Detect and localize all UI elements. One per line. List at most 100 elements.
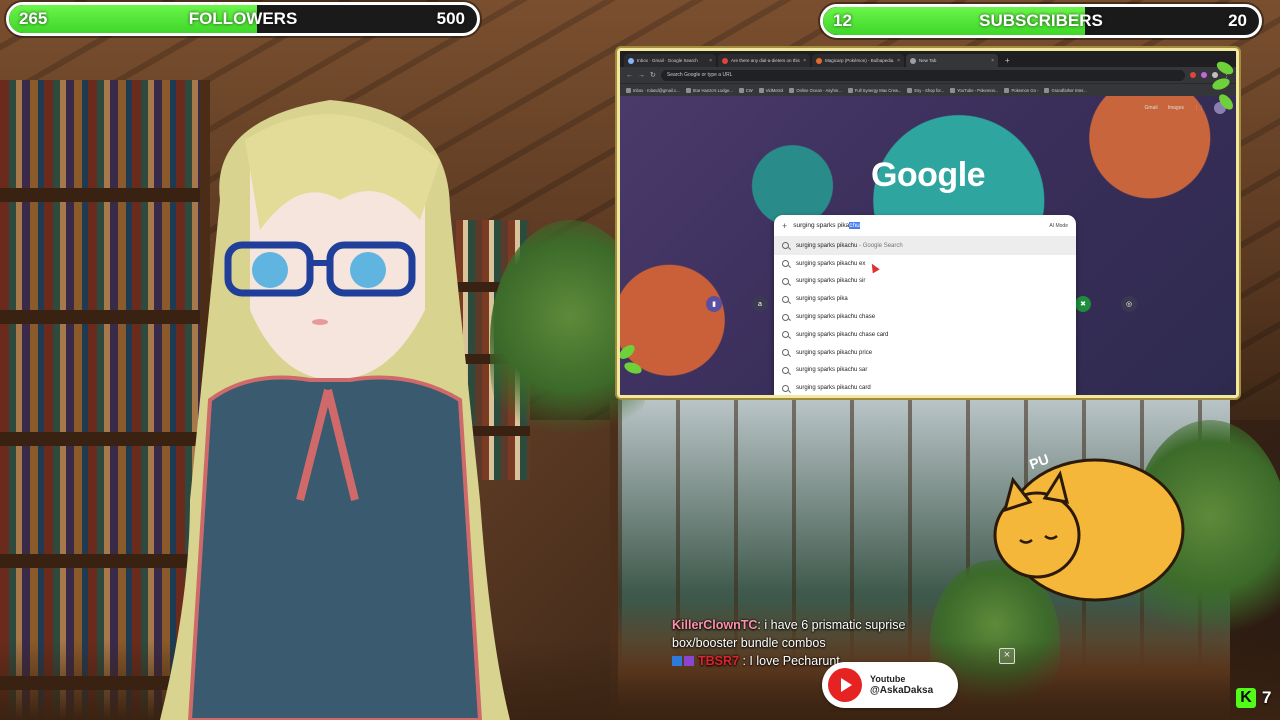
chat-text: : I love Pecharunt [742, 654, 840, 668]
shortcut-tile-icon[interactable]: a [752, 296, 768, 312]
search-icon [782, 295, 789, 303]
new-tab-plus-icon[interactable]: + [1000, 54, 1015, 67]
kick-logo-icon: K [1236, 688, 1256, 708]
youtube-handle: @AskaDaksa [870, 685, 934, 696]
forward-arrow-icon[interactable]: → [638, 72, 645, 79]
tab-favicon-icon [816, 57, 822, 64]
tab-title: New Tab [919, 58, 937, 63]
suggestion-item[interactable]: surging sparks pikachu price [774, 344, 1076, 362]
search-icon [782, 242, 789, 250]
tab-title: Magicarp (Pokémon) - Bulbapedia... [825, 58, 895, 63]
browser-tab[interactable]: Are there any dial-a-dieters on this... × [718, 54, 810, 67]
tab-close-icon[interactable]: × [897, 58, 900, 64]
browser-window-capture: Inbox · Gmail · Google Search × Are there… [617, 48, 1239, 398]
avatar-eye-left [252, 252, 288, 288]
suggestion-text: surging sparks pika [796, 296, 848, 303]
chat-username: TBSR7 [698, 654, 739, 668]
extension-icon[interactable] [1190, 72, 1196, 78]
bookmarks-bar: Inbox · roland@gmail.c... Star Hanzo's L… [620, 83, 1236, 96]
tab-title: Are there any dial-a-dieters on this... [731, 58, 801, 63]
shortcut-tiles-right: ✖ ◎ [1075, 296, 1137, 312]
suggestion-item[interactable]: surging sparks pika [774, 290, 1076, 308]
shortcut-tile-icon[interactable]: ◎ [1121, 296, 1137, 312]
bookmark-item[interactable]: Full Synergy Max Crew... [848, 88, 902, 93]
images-link[interactable]: Images [1168, 105, 1184, 111]
subscribers-title: SUBSCRIBERS [979, 11, 1103, 30]
bookmark-item[interactable]: YouTube - Pokemon... [950, 88, 998, 93]
search-icon [782, 384, 789, 392]
bookmark-item[interactable]: Star Hanzo's Lodge... [686, 88, 733, 93]
browser-tab-active[interactable]: New Tab × [906, 54, 998, 67]
profile-icon[interactable] [1212, 72, 1218, 78]
chat-message: KillerClownTC: i have 6 prismatic supris… [672, 616, 972, 652]
search-input[interactable]: + surging sparks pikachu AI Mode [774, 215, 1076, 237]
search-suggestions-dropdown: + surging sparks pikachu AI Mode surging… [774, 215, 1076, 395]
shortcut-tile-icon[interactable]: ▮ [706, 296, 722, 312]
close-icon[interactable]: × [999, 648, 1015, 664]
google-logo: Google [870, 156, 986, 194]
reload-icon[interactable]: ↻ [650, 71, 656, 79]
bookmark-item[interactable]: Esy - Shop for... [907, 88, 944, 93]
search-icon [782, 277, 789, 285]
suggestion-item[interactable]: surging sparks pikachu chase card [774, 326, 1076, 344]
followers-target: 500 [436, 9, 465, 28]
search-icon [782, 366, 789, 374]
subscribers-target: 20 [1228, 11, 1247, 30]
tab-close-icon[interactable]: × [803, 58, 806, 64]
viewer-count: 7 [1262, 688, 1272, 707]
apps-grid-icon[interactable]: ⋮⋮ [1194, 105, 1204, 111]
search-query-typed: surging sparks pika [793, 222, 850, 229]
chat-badge-icon [684, 656, 694, 666]
bookmark-item[interactable]: Grandfather Inter... [1044, 88, 1086, 93]
shortcut-tiles-left: ▮ a [706, 296, 768, 312]
suggestion-text: surging sparks pikachu ex [796, 260, 866, 267]
tab-close-icon[interactable]: × [991, 58, 994, 64]
bookmark-item[interactable]: VidMetrol [759, 88, 784, 93]
kick-viewer-count: K 7 [1236, 688, 1271, 708]
add-plus-icon[interactable]: + [782, 221, 787, 231]
tab-close-icon[interactable]: × [709, 58, 712, 64]
extension-icon[interactable] [1201, 72, 1207, 78]
vtuber-avatar [160, 100, 510, 720]
followers-title: FOLLOWERS [188, 9, 298, 28]
ai-mode-button[interactable]: AI Mode [1049, 223, 1068, 229]
tab-favicon-icon [722, 57, 728, 64]
suggestion-text: surging sparks pikachu chase card [796, 331, 889, 338]
shortcut-tile-icon[interactable]: ✖ [1075, 296, 1091, 312]
chat-badge-icon [672, 656, 682, 666]
followers-goal-bar: 265 FOLLOWERS 500 [6, 2, 480, 36]
search-icon [782, 349, 789, 357]
suggestion-item[interactable]: surging sparks pikachu ex [774, 255, 1076, 273]
suggestion-item[interactable]: surging sparks pikachu sar [774, 362, 1076, 380]
suggestion-item[interactable]: surging sparks pikachu sir [774, 273, 1076, 291]
browser-tab[interactable]: Magicarp (Pokémon) - Bulbapedia... × [812, 54, 904, 67]
chat-username: KillerClownTC [672, 618, 758, 632]
search-query-text: surging sparks pikachu [793, 222, 1043, 229]
bookmark-item[interactable]: CW [739, 88, 753, 93]
bookmark-item[interactable]: Online Ocean - Asyhm... [789, 88, 841, 93]
suggestion-text: surging sparks pikachu [796, 242, 858, 249]
search-icon [782, 331, 789, 339]
youtube-label: Youtube @AskaDaksa [870, 673, 933, 697]
bookmark-item[interactable]: Inbox · roland@gmail.c... [626, 88, 680, 93]
youtube-social-badge: Youtube @AskaDaksa [822, 662, 958, 708]
back-arrow-icon[interactable]: ← [626, 72, 633, 79]
search-query-selection: chu [849, 222, 860, 229]
gmail-link[interactable]: Gmail [1145, 105, 1158, 111]
suggestion-item[interactable]: surging sparks pikachu card [774, 379, 1076, 395]
search-icon [782, 313, 789, 321]
search-icon [782, 260, 789, 268]
address-bar[interactable]: Search Google or type a URL [660, 69, 1185, 81]
suggestion-item[interactable]: surging sparks pikachu - Google Search [774, 237, 1076, 255]
avatar-eye-right [350, 252, 386, 288]
browser-tab-strip: Inbox · Gmail · Google Search × Are there… [620, 51, 1236, 67]
suggestion-text: surging sparks pikachu sar [796, 367, 868, 374]
suggestion-text: surging sparks pikachu card [796, 385, 871, 392]
browser-tab[interactable]: Inbox · Gmail · Google Search × [624, 54, 716, 67]
suggestion-suffix: - Google Search [857, 242, 903, 249]
suggestion-item[interactable]: surging sparks pikachu chase [774, 308, 1076, 326]
avatar-mouth [312, 319, 328, 325]
bookmark-item[interactable]: Pokemon Go - [1004, 88, 1038, 93]
cat-sleep-text: PU [1027, 451, 1051, 473]
youtube-play-icon [828, 668, 862, 702]
